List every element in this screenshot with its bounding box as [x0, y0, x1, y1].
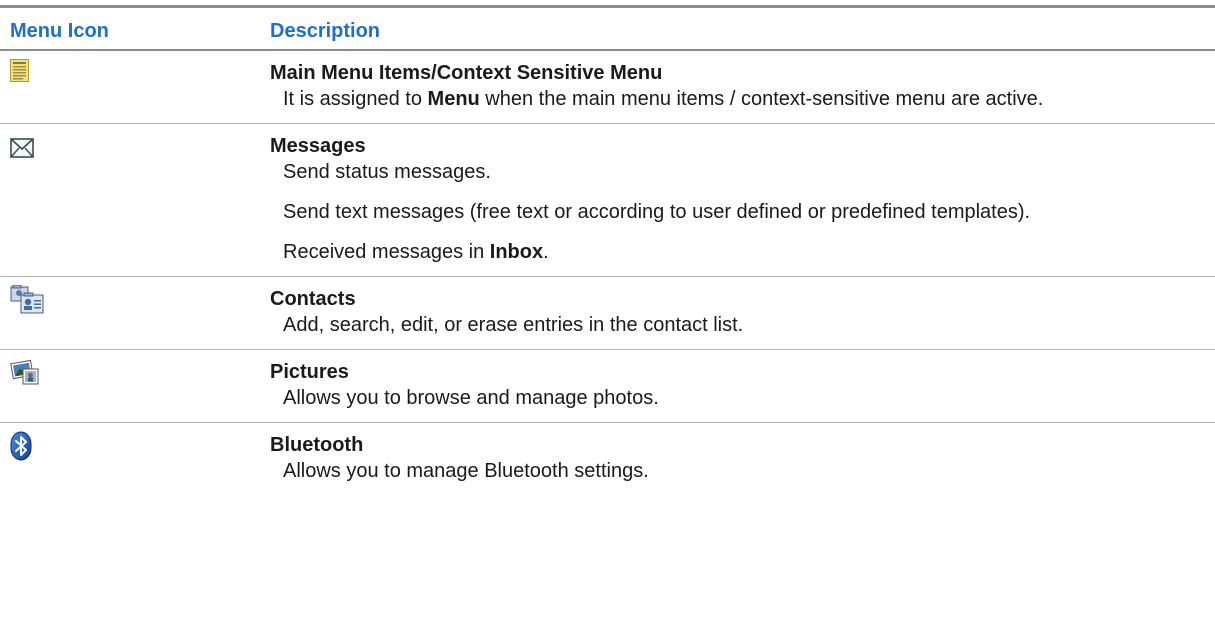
description-cell: Contacts Add, search, edit, or erase ent… [245, 276, 1215, 350]
item-title: Contacts [270, 288, 356, 310]
item-description: Allows you to manage Bluetooth settings. [283, 460, 649, 482]
icon-cell [0, 123, 245, 277]
table-row: Pictures Allows you to browse and manage… [0, 349, 1215, 423]
inbox-term: Inbox [489, 241, 544, 263]
menu-list-icon [10, 59, 245, 82]
item-title: Messages [270, 135, 366, 157]
description-cell: Main Menu Items/Context Sensitive Menu I… [245, 50, 1215, 124]
table-header-row: Menu Icon Description [0, 6, 1215, 51]
description-cell: Bluetooth Allows you to manage Bluetooth… [245, 423, 1215, 496]
item-description: Add, search, edit, or erase entries in t… [283, 314, 744, 336]
item-description: Received messages in Inbox. [283, 241, 549, 263]
table-row: Main Menu Items/Context Sensitive Menu I… [0, 50, 1215, 124]
item-description: Allows you to browse and manage photos. [283, 387, 659, 409]
description-cell: Pictures Allows you to browse and manage… [245, 349, 1215, 423]
item-description: Send text messages (free text or accordi… [283, 201, 1031, 223]
table-row: Bluetooth Allows you to manage Bluetooth… [0, 423, 1215, 496]
item-title: Pictures [270, 361, 349, 383]
column-header-menu-icon: Menu Icon [0, 6, 245, 51]
pictures-icon [10, 358, 245, 386]
icon-cell [0, 276, 245, 350]
menu-term: Menu [427, 88, 480, 110]
item-title: Bluetooth [270, 434, 364, 456]
envelope-icon [10, 138, 245, 158]
menu-icon-table: Menu Icon Description Main Menu Items/Co… [0, 5, 1215, 495]
item-description: Send status messages. [283, 161, 491, 183]
description-cell: Messages Send status messages. Send text… [245, 123, 1215, 277]
item-title: Main Menu Items/Context Sensitive Menu [270, 62, 663, 84]
icon-cell [0, 349, 245, 423]
icon-cell [0, 423, 245, 496]
bluetooth-icon [10, 431, 245, 461]
item-description: It is assigned to Menu when the main men… [283, 88, 1044, 110]
contacts-icon [10, 285, 245, 315]
column-header-description: Description [245, 6, 1215, 51]
icon-cell [0, 50, 245, 124]
table-row: Contacts Add, search, edit, or erase ent… [0, 276, 1215, 350]
table-row: Messages Send status messages. Send text… [0, 123, 1215, 277]
